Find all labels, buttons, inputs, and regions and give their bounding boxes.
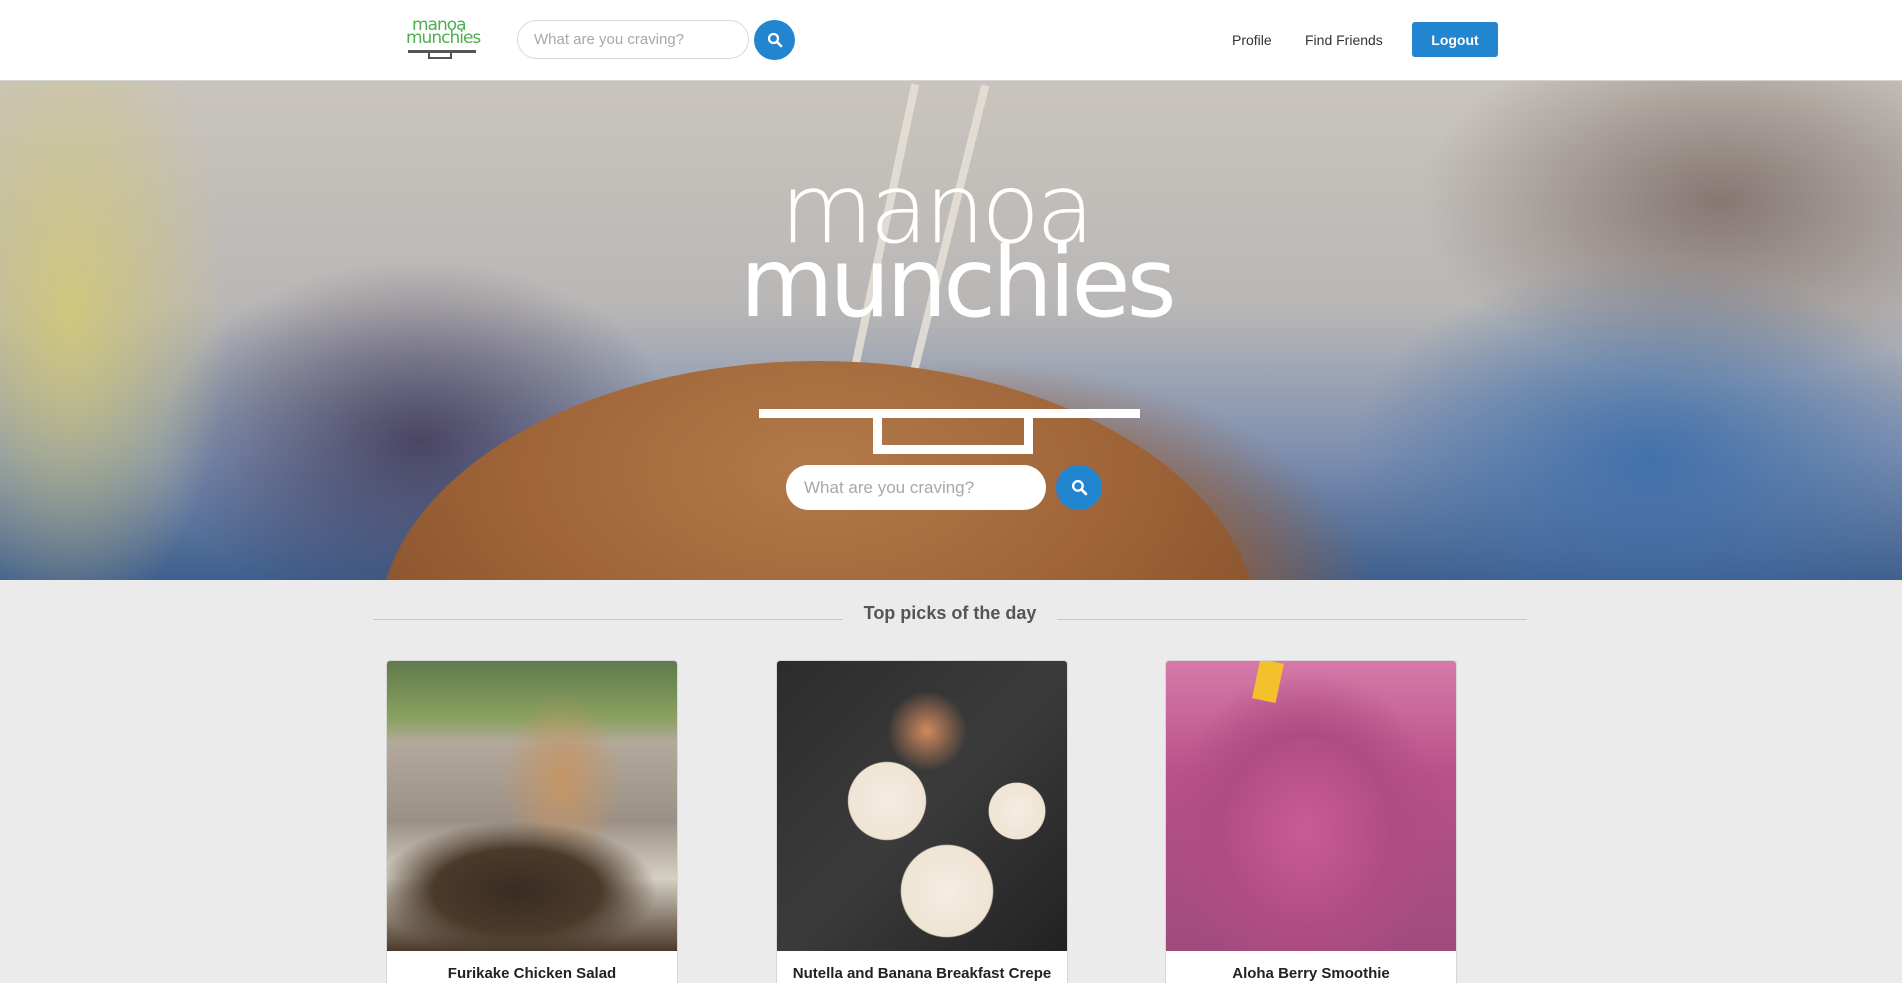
- nav-search-input[interactable]: [517, 20, 749, 59]
- divider-line: [1057, 619, 1527, 620]
- logo-tray-base-icon: [428, 52, 452, 59]
- pick-card-photo[interactable]: [1166, 661, 1456, 951]
- smoothie-straw: [1252, 661, 1284, 704]
- pick-card[interactable]: Nutella and Banana Breakfast Crepe: [776, 660, 1068, 983]
- pick-card-title[interactable]: Nutella and Banana Breakfast Crepe: [777, 965, 1067, 982]
- hero-logo-tray-base-icon: [873, 416, 1033, 454]
- search-icon: [1071, 479, 1087, 496]
- divider-line: [373, 619, 843, 620]
- pick-card-title[interactable]: Aloha Berry Smoothie: [1166, 965, 1456, 982]
- nav-find-friends-link[interactable]: Find Friends: [1305, 32, 1383, 48]
- pick-card[interactable]: Aloha Berry Smoothie: [1165, 660, 1457, 983]
- hero-search-button[interactable]: [1056, 465, 1102, 510]
- hero-logo: manoa munchies: [740, 159, 1177, 459]
- navbar: manoa munchies Profile Find Friends Logo…: [0, 0, 1902, 81]
- top-picks-header: Top picks of the day: [373, 603, 1527, 631]
- pick-card-photo[interactable]: [777, 661, 1067, 951]
- brand-logo-line2: munchies: [406, 28, 481, 48]
- nav-profile-link[interactable]: Profile: [1232, 32, 1272, 48]
- logout-button[interactable]: Logout: [1412, 22, 1498, 57]
- pick-card-title[interactable]: Furikake Chicken Salad: [387, 965, 677, 982]
- pick-card[interactable]: Furikake Chicken Salad: [386, 660, 678, 983]
- pick-card-photo[interactable]: [387, 661, 677, 951]
- hero-banner: manoa munchies: [0, 81, 1902, 580]
- search-icon: [767, 32, 782, 48]
- section-title: Top picks of the day: [863, 603, 1037, 623]
- brand-logo[interactable]: manoa munchies: [406, 17, 481, 61]
- hero-logo-line2: munchies: [740, 227, 1177, 339]
- nav-search-button[interactable]: [754, 20, 795, 60]
- hero-search-input[interactable]: [786, 465, 1046, 510]
